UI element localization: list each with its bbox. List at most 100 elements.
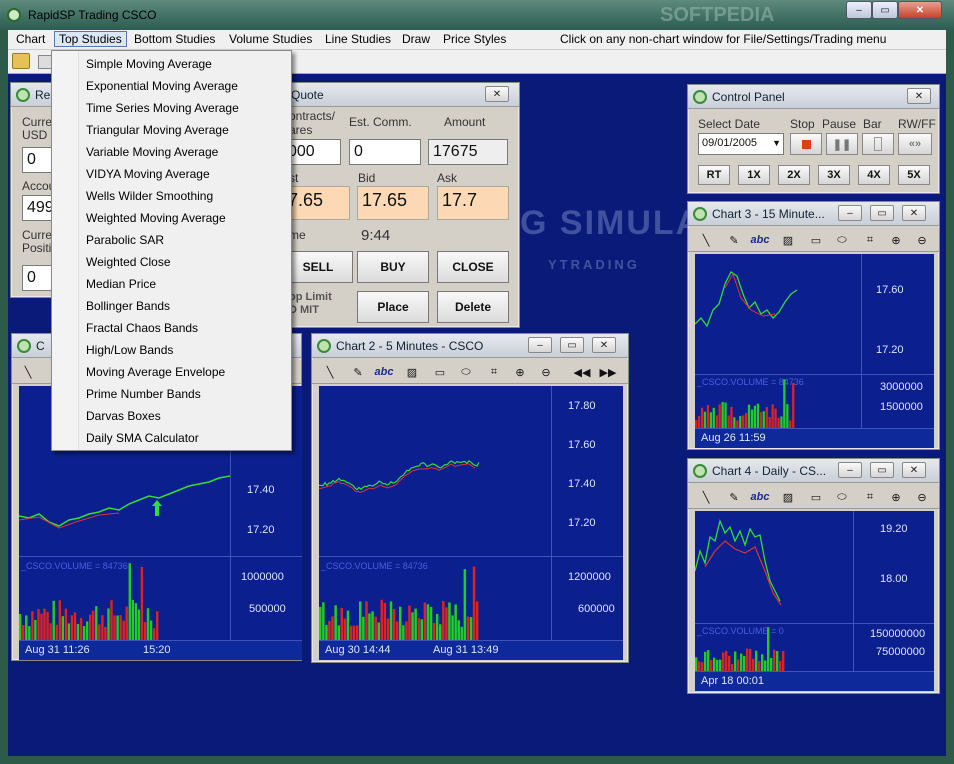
line-tool-icon[interactable]: ╲ xyxy=(696,231,716,249)
top-studies-item[interactable]: Prime Number Bands xyxy=(86,387,201,401)
line-tool-icon[interactable]: ╲ xyxy=(320,363,340,381)
zoom-out-icon[interactable]: ⊖ xyxy=(912,488,932,506)
speed-4x-button[interactable]: 4X xyxy=(858,165,890,185)
chart3-maximize-button[interactable]: ▭ xyxy=(870,205,894,221)
pencil-icon[interactable]: ✎ xyxy=(348,363,368,381)
zoom-in-icon[interactable]: ⊕ xyxy=(886,231,906,249)
scroll-right-icon[interactable]: ▶▶ xyxy=(598,363,618,381)
top-studies-item[interactable]: Simple Moving Average xyxy=(86,57,212,71)
rwff-button[interactable]: «» xyxy=(898,133,932,155)
crosshair-icon[interactable]: ⌗ xyxy=(484,363,504,381)
speed-1x-button[interactable]: 1X xyxy=(738,165,770,185)
zoom-in-icon[interactable]: ⊕ xyxy=(510,363,530,381)
top-studies-item[interactable]: Triangular Moving Average xyxy=(86,123,229,137)
close-position-button[interactable]: CLOSE xyxy=(437,251,509,283)
chart4-volume-plot[interactable]: _CSCO.VOLUME = 0 xyxy=(695,623,853,672)
menu-volume-studies[interactable]: Volume Studies xyxy=(225,32,316,46)
stop-button[interactable] xyxy=(790,133,822,155)
speed-2x-button[interactable]: 2X xyxy=(778,165,810,185)
menu-top-studies[interactable]: Top Studies xyxy=(54,31,127,47)
bar-button[interactable] xyxy=(862,133,894,155)
buy-button[interactable]: BUY xyxy=(357,251,429,283)
pencil-icon[interactable]: ✎ xyxy=(724,231,744,249)
top-studies-item[interactable]: Parabolic SAR xyxy=(86,233,164,247)
control-panel-close-button[interactable]: ✕ xyxy=(907,88,931,104)
text-tool-icon[interactable]: abc xyxy=(750,231,770,249)
chart2-close-button[interactable]: ✕ xyxy=(592,337,616,353)
top-studies-item[interactable]: Darvas Boxes xyxy=(86,409,161,423)
crosshair-icon[interactable]: ⌗ xyxy=(860,488,880,506)
top-studies-item[interactable]: Weighted Close xyxy=(86,255,171,269)
chart2-price-plot[interactable] xyxy=(319,386,551,556)
top-studies-item[interactable]: Bollinger Bands xyxy=(86,299,170,313)
menu-chart[interactable]: Chart xyxy=(12,32,49,46)
minimize-button[interactable]: – xyxy=(846,1,872,19)
volume-bar xyxy=(439,624,442,641)
pencil-icon[interactable]: ✎ xyxy=(724,488,744,506)
zoom-out-icon[interactable]: ⊖ xyxy=(536,363,556,381)
menu-bottom-studies[interactable]: Bottom Studies xyxy=(130,32,219,46)
scroll-left-icon[interactable]: ◀◀ xyxy=(572,363,592,381)
rectangle-tool-icon[interactable]: ▭ xyxy=(430,363,450,381)
volume-bar xyxy=(119,615,122,641)
ellipse-tool-icon[interactable]: ⬭ xyxy=(456,363,476,381)
chart4-minimize-button[interactable]: – xyxy=(838,462,862,478)
quote-close-button[interactable]: ✕ xyxy=(485,86,509,102)
top-studies-item[interactable]: High/Low Bands xyxy=(86,343,173,357)
speed-rt-button[interactable]: RT xyxy=(698,165,730,185)
order-type-label2[interactable]: D MIT xyxy=(289,304,319,316)
top-studies-item[interactable]: Moving Average Envelope xyxy=(86,365,225,379)
text-tool-icon[interactable]: abc xyxy=(750,488,770,506)
quote-commission-field[interactable]: 0 xyxy=(349,139,421,165)
top-studies-item[interactable]: Fractal Chaos Bands xyxy=(86,321,198,335)
top-studies-item[interactable]: Exponential Moving Average xyxy=(86,79,238,93)
fib-tool-icon[interactable]: ▨ xyxy=(778,488,798,506)
menu-draw[interactable]: Draw xyxy=(398,32,434,46)
top-studies-item[interactable]: Weighted Moving Average xyxy=(86,211,226,225)
maximize-button[interactable]: ▭ xyxy=(872,1,898,19)
fib-tool-icon[interactable]: ▨ xyxy=(778,231,798,249)
date-select[interactable]: 09/01/2005 ▼ xyxy=(698,133,784,155)
chart4-price-plot[interactable] xyxy=(694,511,853,623)
menu-price-styles[interactable]: Price Styles xyxy=(439,32,510,46)
open-folder-icon[interactable] xyxy=(12,53,30,69)
delete-order-button[interactable]: Delete xyxy=(437,291,509,323)
top-studies-item[interactable]: Daily SMA Calculator xyxy=(86,431,199,445)
close-button[interactable]: ✕ xyxy=(898,1,942,19)
place-order-button[interactable]: Place xyxy=(357,291,429,323)
chart4-close-button[interactable]: ✕ xyxy=(902,462,926,478)
chart2-minimize-button[interactable]: – xyxy=(528,337,552,353)
ellipse-tool-icon[interactable]: ⬭ xyxy=(832,231,852,249)
order-type-label[interactable]: op Limit xyxy=(289,291,332,303)
chart3-minimize-button[interactable]: – xyxy=(838,205,862,221)
menu-line-studies[interactable]: Line Studies xyxy=(321,32,395,46)
zoom-out-icon[interactable]: ⊖ xyxy=(912,231,932,249)
chart2-volume-plot[interactable]: _CSCO.VOLUME = 84736 xyxy=(319,556,551,641)
top-studies-item[interactable]: Variable Moving Average xyxy=(86,145,218,159)
chart3-volume-plot[interactable]: _CSCO.VOLUME = 84736 xyxy=(695,374,861,429)
speed-3x-button[interactable]: 3X xyxy=(818,165,850,185)
text-tool-icon[interactable]: abc xyxy=(374,363,394,381)
ellipse-tool-icon[interactable]: ⬭ xyxy=(832,488,852,506)
top-studies-item[interactable]: Time Series Moving Average xyxy=(86,101,239,115)
rectangle-tool-icon[interactable]: ▭ xyxy=(806,231,826,249)
chart1-volume-plot[interactable]: _CSCO.VOLUME = 84736 xyxy=(19,556,230,641)
sell-button[interactable]: SELL xyxy=(283,251,353,283)
chart3-close-button[interactable]: ✕ xyxy=(902,205,926,221)
zoom-in-icon[interactable]: ⊕ xyxy=(886,488,906,506)
chart2-maximize-button[interactable]: ▭ xyxy=(560,337,584,353)
top-studies-item[interactable]: Median Price xyxy=(86,277,156,291)
top-studies-item[interactable]: Wells Wilder Smoothing xyxy=(86,189,213,203)
chart4-tick: 19.20 xyxy=(880,523,908,535)
chart3-price-plot[interactable] xyxy=(694,254,861,374)
chart4-maximize-button[interactable]: ▭ xyxy=(870,462,894,478)
fib-tool-icon[interactable]: ▨ xyxy=(402,363,422,381)
rectangle-tool-icon[interactable]: ▭ xyxy=(806,488,826,506)
speed-5x-button[interactable]: 5X xyxy=(898,165,930,185)
save-icon[interactable] xyxy=(38,55,52,69)
pause-button[interactable]: ❚❚ xyxy=(826,133,858,155)
top-studies-item[interactable]: VIDYA Moving Average xyxy=(86,167,210,181)
line-tool-icon[interactable]: ╲ xyxy=(18,363,38,381)
line-tool-icon[interactable]: ╲ xyxy=(696,488,716,506)
crosshair-icon[interactable]: ⌗ xyxy=(860,231,880,249)
